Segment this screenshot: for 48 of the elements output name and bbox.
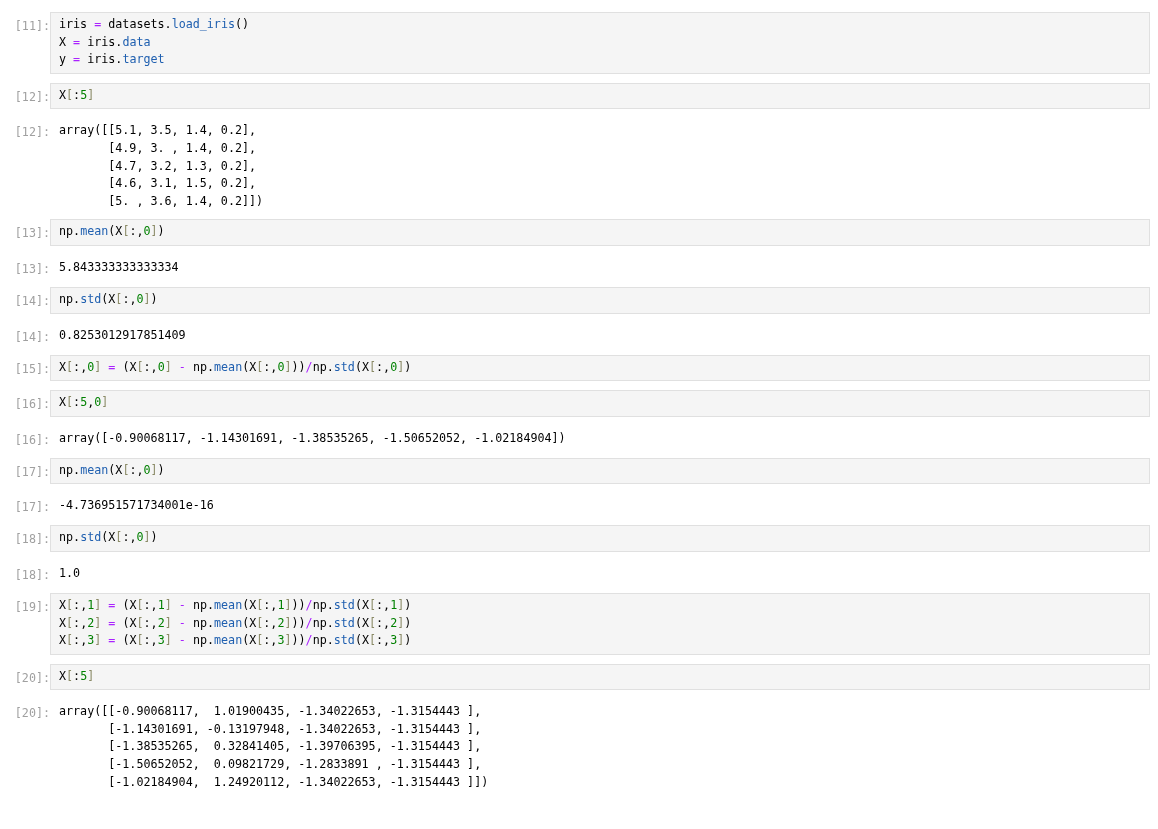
- output-text: -4.736951571734001e-16: [59, 497, 215, 515]
- code-cell[interactable]: X[:5,0]: [50, 390, 1150, 417]
- output-text: 5.843333333333334: [59, 258, 180, 276]
- code-cell[interactable]: iris = datasets.load_iris() X = iris.data y = iris.target: [50, 12, 1150, 74]
- code-cell[interactable]: np.mean(X[:,0]): [50, 219, 1150, 246]
- prompt-label: [16]:: [13, 431, 50, 449]
- code-line: X[:,0] = (X[:,0] - np.mean(X[:,0]))/np.std(X[:,0]): [59, 358, 413, 376]
- code-line: X[:,2] = (X[:,2] - np.mean(X[:,2]))/np.std(X[:,2]): [59, 614, 413, 632]
- code-line: X = iris.data: [59, 33, 152, 51]
- code-cell[interactable]: np.std(X[:,0]): [50, 525, 1150, 552]
- output-text: array([-0.90068117, -1.14301691, -1.38535265, -1.50652052, -1.02184904]): [59, 429, 567, 447]
- output-text: 0.8253012917851409: [59, 326, 187, 344]
- code-line: np.mean(X[:,0]): [59, 461, 166, 479]
- prompt-label: [17]:: [13, 499, 50, 517]
- prompt-label: [20]:: [13, 669, 50, 687]
- prompt-label: [14]:: [13, 328, 50, 346]
- code-line: np.std(X[:,0]): [59, 290, 159, 308]
- prompt-label: [20]:: [13, 705, 50, 723]
- code-cell[interactable]: np.mean(X[:,0]): [50, 457, 1150, 485]
- code-line: np.mean(X[:,0]): [59, 223, 166, 241]
- prompt-label: [12]:: [13, 88, 50, 106]
- prompt-label: [18]:: [13, 531, 50, 549]
- prompt-label: [12]:: [13, 124, 50, 142]
- prompt-label: [13]:: [13, 225, 50, 243]
- output-text: 1.0: [59, 564, 82, 582]
- code-line: X[:,3] = (X[:,3] - np.mean(X[:,3]))/np.std(X[:,3]): [59, 632, 413, 650]
- code-line: y = iris.target: [59, 51, 166, 69]
- code-cell[interactable]: X[:5]: [50, 82, 1150, 110]
- prompt-label: [19]:: [13, 598, 50, 616]
- prompt-label: [18]:: [13, 566, 50, 584]
- prompt-label: [13]:: [13, 260, 50, 278]
- prompt-label: [11]:: [13, 18, 50, 35]
- code-line: X[:5]: [59, 667, 96, 685]
- code-line: iris = datasets.load_iris(): [59, 16, 251, 33]
- code-cell[interactable]: X[:,1] = (X[:,1] - np.mean(X[:,1]))/np.std(X[:,1]) X[:,2] = (X[:,2] - np.mean(X[:,2]))/np.std(X[:,2]) X[:,3] = (X[:,3] - np.mean(X[:,3]))/np.std(X[:,3]): [50, 592, 1150, 655]
- output-text: array([[5.1, 3.5, 1.4, 0.2], [4.9, 3. , 1.4, 0.2], [4.7, 3.2, 1.3, 0.2], [4.6, 3.1, 1.5, 0.2], [5. , 3.6, 1.4, 0.2]]): [59, 122, 265, 210]
- code-line: X[:,1] = (X[:,1] - np.mean(X[:,1]))/np.std(X[:,1]): [59, 596, 413, 614]
- prompt-label: [16]:: [13, 396, 50, 414]
- code-line: np.std(X[:,0]): [59, 529, 159, 547]
- prompt-label: [15]:: [13, 360, 50, 378]
- code-cell[interactable]: X[:,0] = (X[:,0] - np.mean(X[:,0]))/np.std(X[:,0]): [50, 354, 1150, 382]
- code-cell[interactable]: np.std(X[:,0]): [50, 286, 1150, 314]
- prompt-label: [14]:: [13, 292, 50, 310]
- code-cell[interactable]: X[:5]: [50, 663, 1150, 691]
- prompt-label: [17]:: [13, 463, 50, 481]
- code-line: X[:5,0]: [59, 394, 110, 412]
- output-text: array([[-0.90068117, 1.01900435, -1.34022653, -1.3154443 ], [-1.14301691, -0.13197948, -1.34022653, -1.3154443 ], [-1.38535265, 0.32841405, -1.39706395, -1.3154443 ], [-1.50652052, 0.09821729, -1.2833891 , -1.3154443 ], [-1.02184904, 1.24920112, -1.34022653, -1.3154443 ]]): [59, 703, 490, 791]
- code-line: X[:5]: [59, 86, 96, 104]
